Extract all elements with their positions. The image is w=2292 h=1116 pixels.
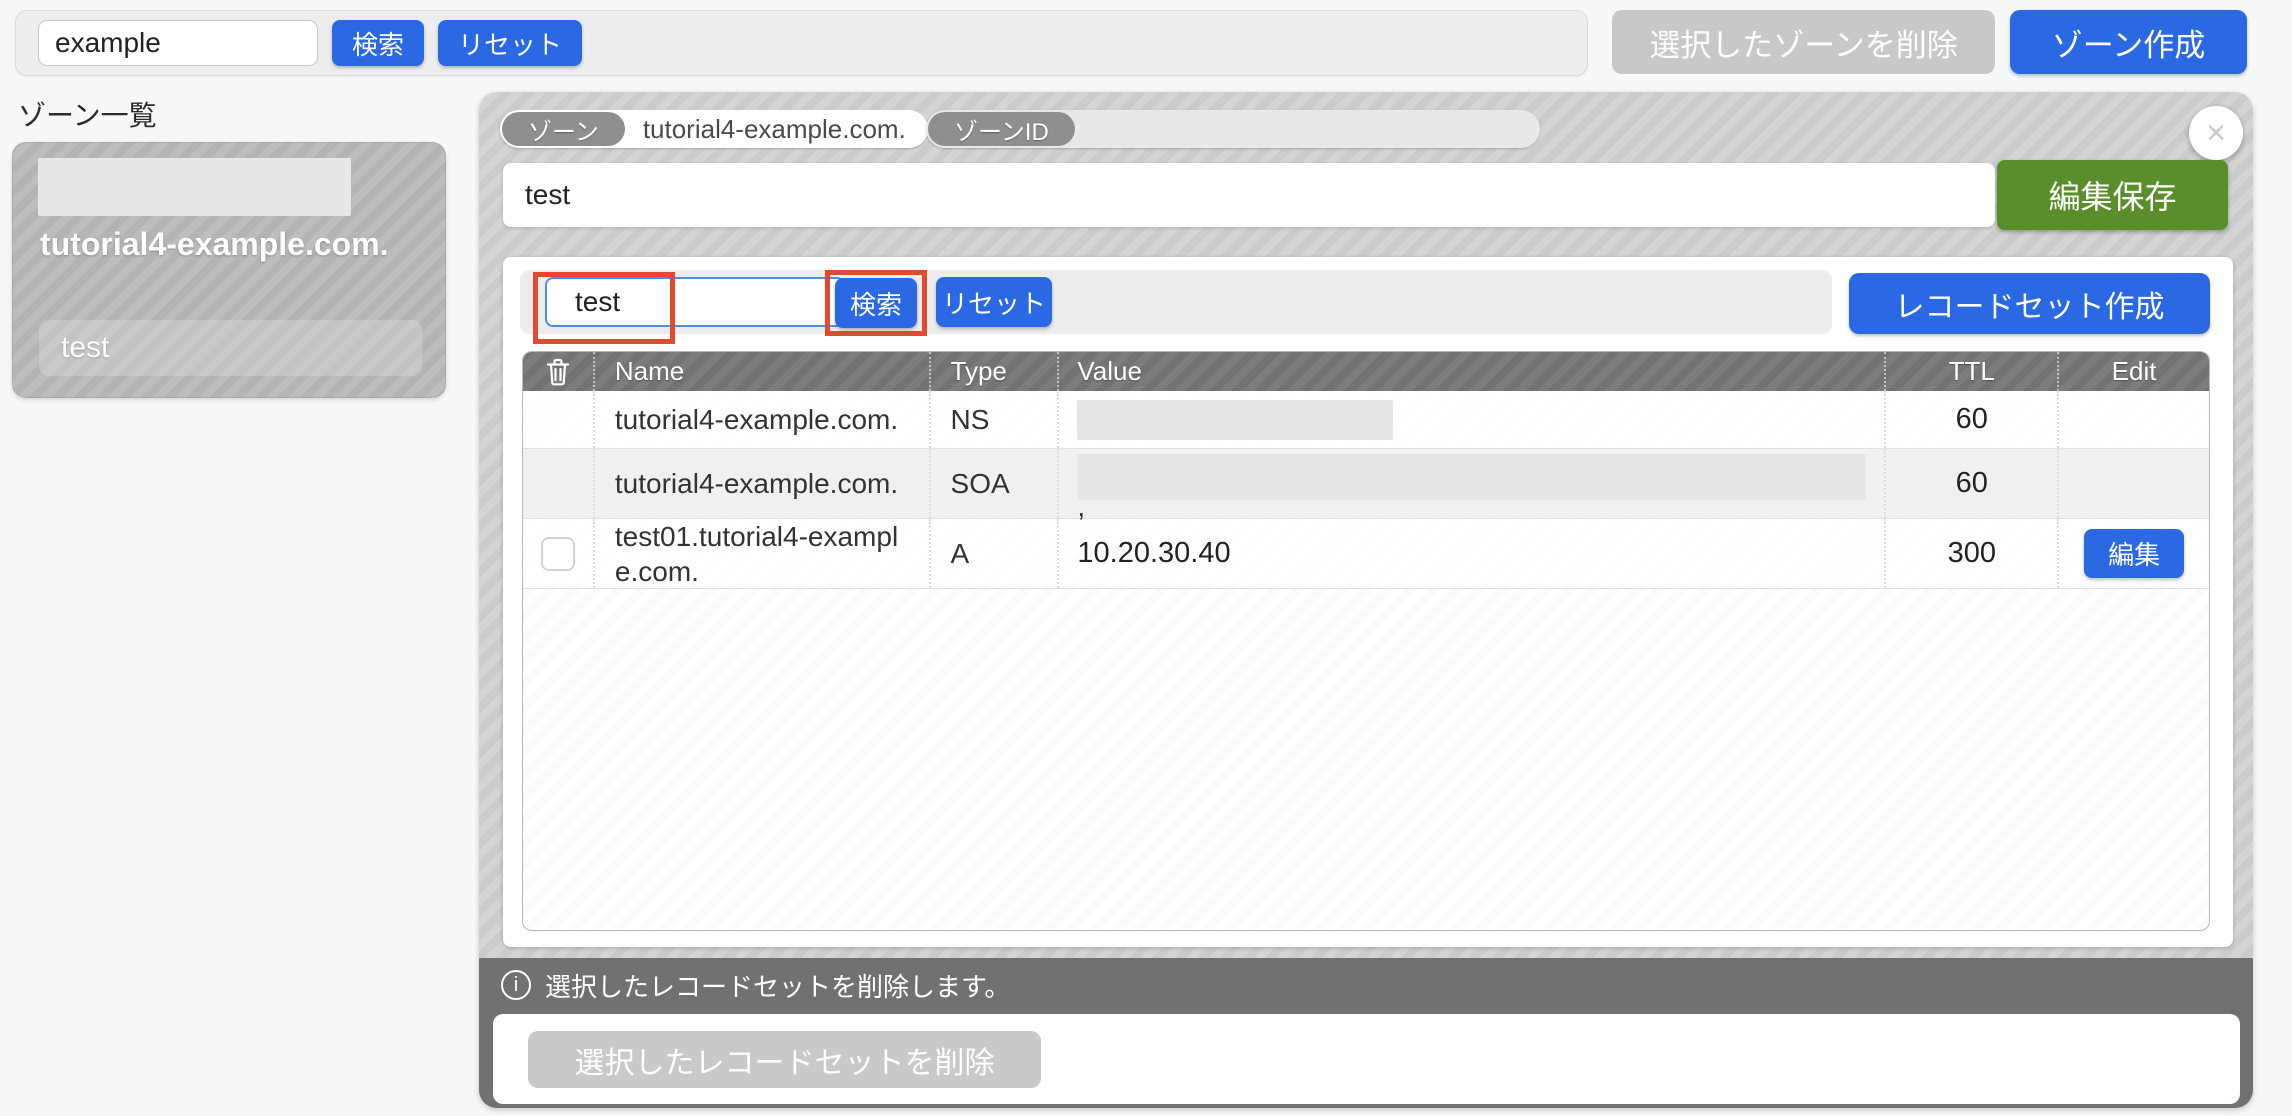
recordset-table: Name Type Value TTL Edit tutorial4-examp… xyxy=(522,351,2210,931)
record-value-redacted xyxy=(1077,453,1867,500)
table-row: tutorial4-example.com. SOA , 60 xyxy=(523,449,2209,522)
zone-pill-label: ゾーン xyxy=(502,112,625,146)
recordset-search-bar: 検索 リセット xyxy=(520,270,1832,344)
zone-card[interactable]: tutorial4-example.com. test xyxy=(12,142,446,398)
record-type: SOA xyxy=(928,449,1058,518)
table-row: tutorial4-example.com. NS 60 xyxy=(523,391,2209,449)
recordset-delete-footer: i 選択したレコードセットを削除します。 選択したレコードセットを削除 xyxy=(479,958,2253,1108)
record-ttl: 60 xyxy=(1884,449,2057,518)
trash-icon xyxy=(523,352,593,391)
table-header-row: Name Type Value TTL Edit xyxy=(523,352,2209,391)
footer-inner-panel: 選択したレコードセットを削除 xyxy=(493,1014,2240,1104)
close-icon[interactable]: × xyxy=(2189,106,2243,160)
delete-selected-recordset-button[interactable]: 選択したレコードセットを削除 xyxy=(528,1031,1041,1088)
record-value: 10.20.30.40 xyxy=(1057,519,1884,588)
header-edit: Edit xyxy=(2057,352,2209,391)
create-recordset-button[interactable]: レコードセット作成 xyxy=(1849,273,2210,334)
zone-id-pill-label: ゾーンID xyxy=(928,112,1075,146)
record-value-redacted xyxy=(1077,399,1394,440)
recordset-reset-button[interactable]: リセット xyxy=(936,277,1052,327)
table-row: test01.tutorial4-example.com. A 10.20.30… xyxy=(523,519,2209,589)
record-type: NS xyxy=(928,391,1058,448)
zone-card-name: tutorial4-example.com. xyxy=(40,226,389,262)
zone-pill-value: tutorial4-example.com. xyxy=(642,113,906,144)
footer-info-text: 選択したレコードセットを削除します。 xyxy=(545,971,1011,1002)
edit-record-button[interactable]: 編集 xyxy=(2084,529,2185,578)
save-edit-button[interactable]: 編集保存 xyxy=(1997,160,2228,230)
record-ttl: 300 xyxy=(1884,519,2057,588)
zone-search-input[interactable] xyxy=(38,20,318,66)
zone-card-redacted-id xyxy=(38,158,351,216)
zone-card-sub-item[interactable]: test xyxy=(39,320,422,376)
delete-selected-zone-button[interactable]: 選択したゾーンを削除 xyxy=(1612,10,1995,74)
header-type: Type xyxy=(928,352,1058,391)
record-type: A xyxy=(928,519,1058,588)
info-icon: i xyxy=(501,970,531,1000)
zone-detail-panel: ゾーン tutorial4-example.com. ゾーンID × 編集保存 … xyxy=(479,92,2253,1108)
zone-name-input[interactable] xyxy=(503,163,1995,227)
zone-search-button[interactable]: 検索 xyxy=(332,20,425,66)
record-ttl: 60 xyxy=(1884,391,2057,448)
header-ttl: TTL xyxy=(1884,352,2057,391)
annotation-box-search-button: 検索 xyxy=(825,270,927,336)
zone-id-pill: ゾーンID xyxy=(926,110,1540,148)
header-value: Value xyxy=(1057,352,1884,391)
record-name: tutorial4-example.com. xyxy=(592,449,929,518)
zone-reset-button[interactable]: リセット xyxy=(438,20,583,66)
zone-list-title: ゾーン一覧 xyxy=(18,100,157,131)
create-zone-button[interactable]: ゾーン作成 xyxy=(2010,10,2247,74)
recordset-search-button[interactable]: 検索 xyxy=(835,278,917,328)
recordset-panel: 検索 リセット レコードセット作成 Name Type Value TTL Ed… xyxy=(503,257,2233,947)
header-name: Name xyxy=(592,352,929,391)
record-name: test01.tutorial4-example.com. xyxy=(614,520,899,587)
record-checkbox[interactable] xyxy=(540,536,575,571)
zone-pill: ゾーン tutorial4-example.com. xyxy=(500,110,928,148)
record-value-suffix: , xyxy=(1077,490,1086,522)
zone-search-bar: 検索 リセット xyxy=(15,10,1588,76)
recordset-search-input[interactable] xyxy=(545,277,845,327)
record-name: tutorial4-example.com. xyxy=(592,391,929,448)
